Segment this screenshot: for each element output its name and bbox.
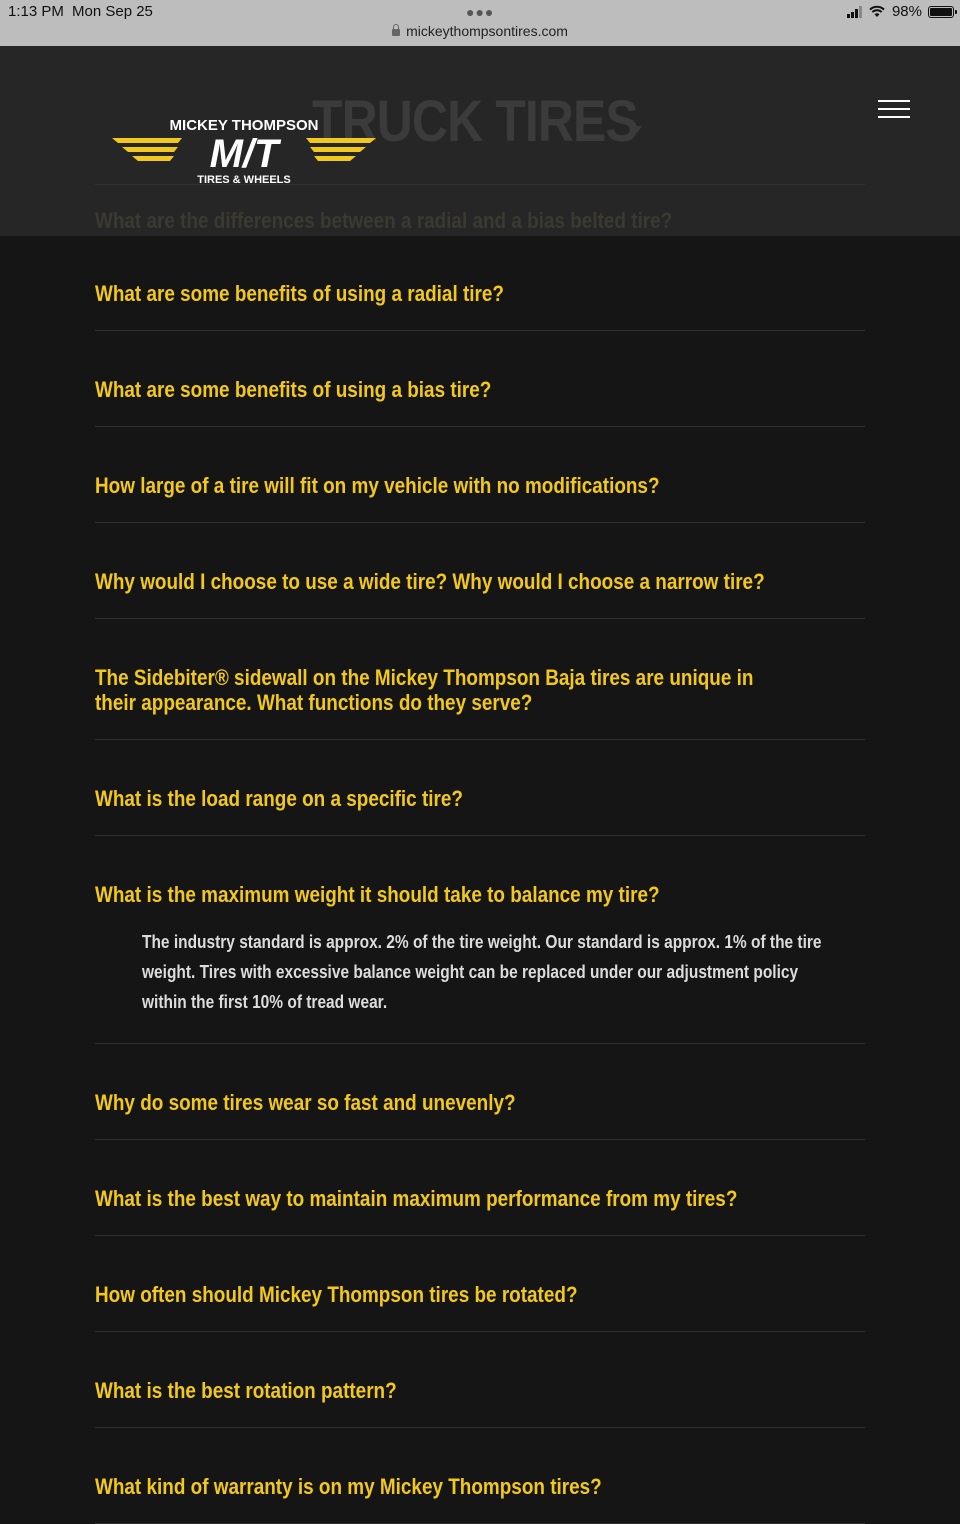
more-dots-icon[interactable]: ●●● — [466, 4, 494, 20]
faq-item[interactable]: What kind of warranty is on my Mickey Th… — [95, 1428, 865, 1524]
faq-question[interactable]: The Sidebiter® sidewall on the Mickey Th… — [95, 619, 774, 739]
faq-question[interactable]: What are some benefits of using a bias t… — [95, 331, 863, 426]
address-bar[interactable]: mickeythompsontires.com — [0, 23, 960, 39]
faq-item[interactable]: What is the best way to maintain maximum… — [95, 1140, 865, 1236]
faq-item[interactable]: How large of a tire will fit on my vehic… — [95, 427, 865, 523]
status-time: 1:13 PM — [8, 3, 64, 20]
faq-question[interactable]: Why would I choose to use a wide tire? W… — [95, 523, 863, 618]
faq-item[interactable]: What is the load range on a specific tir… — [95, 740, 865, 836]
faq-item[interactable]: What is the best rotation pattern? — [95, 1332, 865, 1428]
logo-mark: M/T — [210, 132, 282, 176]
faq-item[interactable]: The Sidebiter® sidewall on the Mickey Th… — [95, 619, 865, 740]
faq-question[interactable]: What is the load range on a specific tir… — [95, 740, 863, 835]
battery-percent: 98% — [891, 3, 922, 20]
faq-question[interactable]: What are some benefits of using a radial… — [95, 236, 863, 330]
faq-question[interactable]: How often should Mickey Thompson tires b… — [95, 1236, 863, 1331]
faq-item[interactable]: What are some benefits of using a bias t… — [95, 331, 865, 427]
faq-item-expanded[interactable]: What is the maximum weight it should tak… — [95, 836, 865, 1044]
status-indicators: 98% — [846, 3, 957, 20]
chevron-down-icon[interactable] — [632, 126, 642, 133]
wifi-icon — [869, 5, 885, 17]
logo-bottom-text: TIRES & WHEELS — [197, 174, 291, 186]
signal-icon — [846, 5, 862, 18]
faq-question[interactable]: What kind of warranty is on my Mickey Th… — [95, 1428, 863, 1523]
faq-item[interactable]: What are some benefits of using a radial… — [95, 236, 865, 331]
faq-question[interactable]: What is the best way to maintain maximum… — [95, 1140, 863, 1235]
status-date: Mon Sep 25 — [72, 3, 153, 20]
mickey-thompson-logo[interactable]: MICKEY THOMPSON M/T TIRES & WHEELS — [112, 116, 376, 192]
site-header: TRUCK TIRES What are the differences bet… — [0, 46, 960, 236]
lock-icon — [392, 24, 401, 36]
faq-question[interactable]: What is the maximum weight it should tak… — [95, 836, 863, 927]
faq-item[interactable]: Why would I choose to use a wide tire? W… — [95, 523, 865, 619]
faq-item[interactable]: Why do some tires wear so fast and uneve… — [95, 1044, 865, 1140]
battery-icon — [928, 5, 957, 18]
faq-item[interactable]: How often should Mickey Thompson tires b… — [95, 1236, 865, 1332]
faq-question-partially-hidden[interactable]: What are the differences between a radia… — [95, 208, 672, 234]
faq-answer: The industry standard is approx. 2% of t… — [142, 932, 822, 1012]
faq-list: What are some benefits of using a radial… — [95, 236, 865, 1524]
faq-question[interactable]: How large of a tire will fit on my vehic… — [95, 427, 863, 522]
faq-question[interactable]: What is the best rotation pattern? — [95, 1332, 863, 1427]
status-bar: 1:13 PM Mon Sep 25 ●●● mickeythompsontir… — [0, 0, 960, 46]
url-text: mickeythompsontires.com — [406, 23, 568, 39]
faq-question[interactable]: Why do some tires wear so fast and uneve… — [95, 1044, 863, 1139]
hamburger-icon[interactable] — [878, 100, 910, 120]
